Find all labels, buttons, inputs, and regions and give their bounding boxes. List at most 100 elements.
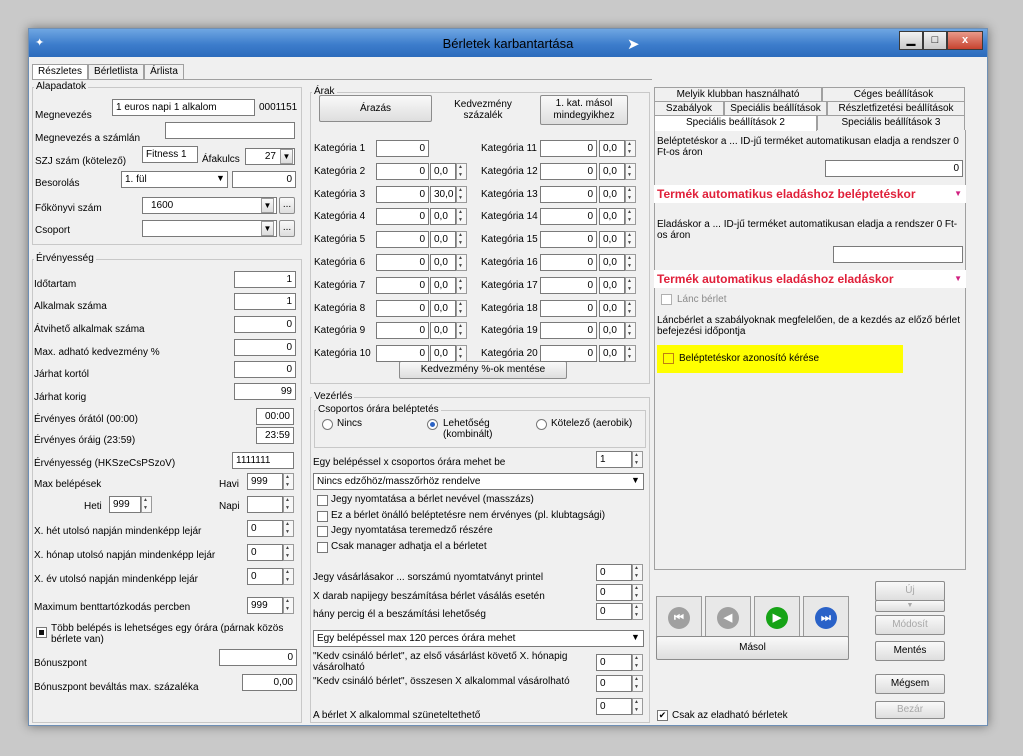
nav-first-button[interactable]: ⏮ (656, 596, 702, 640)
category-price-input[interactable]: 0 (376, 162, 429, 180)
category-discount-input[interactable]: 0,0 (430, 231, 456, 249)
csak-eladhato-checkbox[interactable]: ✔ (657, 710, 668, 721)
napi-spinner[interactable] (283, 496, 294, 513)
vasarlas-input[interactable]: 0 (596, 564, 632, 581)
category-price-input[interactable]: 0 (376, 185, 429, 203)
option-checkbox[interactable] (317, 495, 328, 506)
bonuszmax-input[interactable]: 0,00 (242, 674, 297, 691)
category-price-input[interactable]: 0 (540, 140, 597, 157)
ev-input[interactable]: 0 (247, 568, 283, 585)
tab-arlista[interactable]: Árlista (144, 64, 184, 79)
edzo-select[interactable]: Nincs edzőhöz/masszőrhöz rendelve (313, 473, 644, 490)
category-price-input[interactable]: 0 (540, 276, 597, 294)
benntart-spinner[interactable] (283, 597, 294, 614)
korig-input[interactable]: 99 (234, 383, 296, 400)
chevron-down-icon[interactable]: ▼ (631, 475, 640, 485)
modosit-button[interactable]: Módosít (875, 615, 945, 635)
oraig-input[interactable]: 23:59 (256, 427, 294, 444)
nav-next-button[interactable]: ▶ (754, 596, 800, 640)
category-price-input[interactable]: 0 (540, 299, 597, 317)
collapse-button[interactable]: ▼ (875, 600, 945, 612)
option-checkbox[interactable] (317, 510, 328, 522)
ev-spinner[interactable] (283, 568, 294, 585)
kedv1-spinner[interactable] (632, 654, 643, 671)
category-discount-spinner[interactable] (625, 254, 636, 271)
havi-spinner[interactable] (283, 473, 294, 490)
category-price-input[interactable]: 0 (540, 345, 597, 363)
tab-szabalyok[interactable]: Szabályok (654, 101, 724, 115)
tab-reszletfizetesi[interactable]: Részletfizetési beállítások (827, 101, 965, 115)
category-price-input[interactable]: 0 (376, 276, 429, 294)
kedv1-input[interactable]: 0 (596, 654, 632, 671)
category-discount-spinner[interactable] (456, 162, 467, 180)
bonusz-input[interactable]: 0 (219, 649, 297, 666)
category-discount-spinner[interactable] (625, 299, 636, 317)
mentes-button[interactable]: Mentés (875, 641, 945, 661)
category-discount-input[interactable]: 0,0 (599, 162, 625, 180)
uj-button[interactable]: Új (875, 581, 945, 601)
szj-input[interactable]: Fitness 1 (142, 146, 198, 163)
lehetoseg-radio[interactable] (427, 419, 438, 430)
vasarlas-spinner[interactable] (632, 564, 643, 581)
category-price-input[interactable]: 0 (376, 254, 429, 271)
category-discount-input[interactable]: 0,0 (430, 254, 456, 271)
tobb-checkbox[interactable] (36, 627, 47, 638)
option-checkbox[interactable] (317, 526, 328, 537)
egy120-select[interactable]: Egy belépéssel max 120 perces órára mehe… (313, 630, 644, 647)
belep-input[interactable]: 0 (825, 160, 963, 177)
kedvezmeny-mentes-button[interactable]: Kedvezmény %-ok mentése (399, 361, 567, 379)
maxkedv-input[interactable]: 0 (234, 339, 296, 356)
azonosito-checkbox[interactable] (663, 353, 674, 364)
belep-product-select[interactable]: Termék automatikus eladáshoz beléptetésk… (654, 185, 966, 203)
category-price-input[interactable]: 0 (540, 231, 597, 249)
category-discount-spinner[interactable] (625, 185, 636, 203)
nav-prev-button[interactable]: ◀ (705, 596, 751, 640)
napi-input[interactable] (247, 496, 283, 513)
chevron-down-icon[interactable]: ▼ (261, 198, 274, 213)
category-price-input[interactable]: 0 (540, 162, 597, 180)
category-price-input[interactable]: 0 (376, 208, 429, 226)
xdarab-input[interactable]: 0 (596, 584, 632, 601)
heti-input[interactable]: 999 (109, 496, 141, 513)
category-discount-spinner[interactable] (456, 299, 467, 317)
category-price-input[interactable]: 0 (376, 140, 429, 157)
megsem-button[interactable]: Mégsem (875, 674, 945, 694)
category-discount-spinner[interactable] (625, 208, 636, 226)
category-price-input[interactable]: 0 (376, 299, 429, 317)
fokonyv-select[interactable]: 1600 (142, 197, 277, 214)
nincs-radio[interactable] (322, 419, 333, 430)
szunet-spinner[interactable] (632, 698, 643, 715)
category-discount-input[interactable]: 0,0 (599, 254, 625, 271)
category-price-input[interactable]: 0 (540, 208, 597, 226)
xdarab-spinner[interactable] (632, 584, 643, 601)
category-discount-input[interactable]: 0,0 (599, 185, 625, 203)
havi-input[interactable]: 999 (247, 473, 283, 490)
category-discount-input[interactable]: 0,0 (599, 345, 625, 363)
honap-input[interactable]: 0 (247, 544, 283, 561)
category-discount-input[interactable]: 0,0 (599, 231, 625, 249)
title-bar[interactable]: ✦ Bérletek karbantartása ➤ ▁ □ x (29, 29, 987, 57)
heti-spinner[interactable] (141, 496, 152, 513)
category-discount-spinner[interactable] (625, 231, 636, 249)
category-price-input[interactable]: 0 (540, 322, 597, 340)
megnevezes-input[interactable]: 1 euros napi 1 alkalom (112, 99, 255, 116)
close-button[interactable]: x (947, 31, 983, 50)
category-price-input[interactable]: 0 (540, 254, 597, 271)
category-discount-spinner[interactable] (625, 162, 636, 180)
kedv2-spinner[interactable] (632, 675, 643, 692)
kedv2-input[interactable]: 0 (596, 675, 632, 692)
szunet-input[interactable]: 0 (596, 698, 632, 715)
fokonyv-browse-button[interactable]: ... (279, 197, 295, 214)
category-discount-input[interactable]: 0,0 (430, 345, 456, 363)
category-discount-input[interactable]: 0,0 (599, 276, 625, 294)
tab-reszletes[interactable]: Részletes (32, 64, 88, 80)
egybel-input[interactable]: 1 (596, 451, 632, 468)
category-discount-input[interactable]: 0,0 (599, 140, 625, 157)
csoport-browse-button[interactable]: ... (279, 220, 295, 237)
tab-ceges[interactable]: Céges beállítások (822, 87, 965, 101)
tab-melyik-klubban[interactable]: Melyik klubban használható (654, 87, 822, 101)
minimize-button[interactable]: ▁ (899, 31, 923, 50)
kortol-input[interactable]: 0 (234, 361, 296, 378)
csoport-select[interactable] (142, 220, 277, 237)
nav-last-button[interactable]: ⏭ (803, 596, 849, 640)
